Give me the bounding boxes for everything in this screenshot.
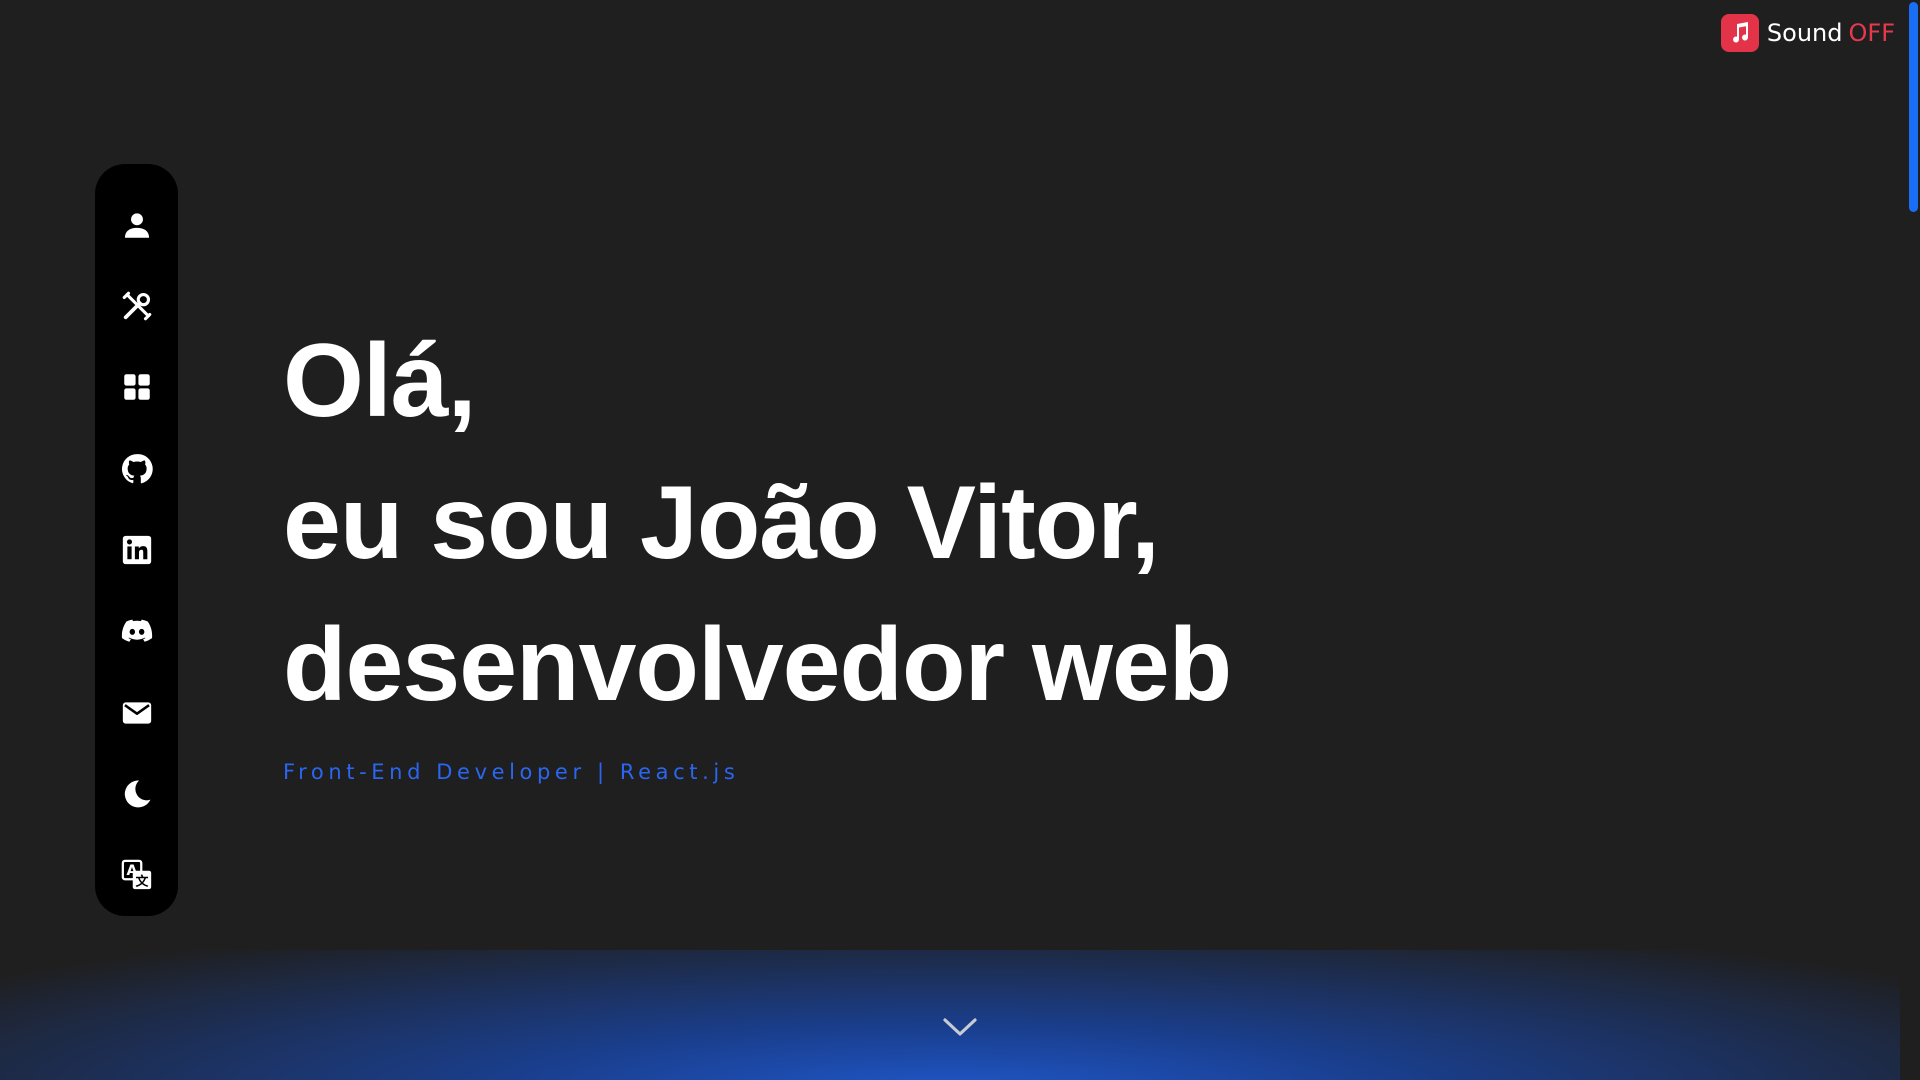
hero-name: eu sou João Vitor,: [283, 465, 1160, 581]
sidebar-item-skills[interactable]: [107, 265, 167, 346]
hero-role: desenvolvedor web: [283, 607, 1232, 723]
hero-heading: Olá, eu sou João Vitor, desenvolvedor we…: [283, 310, 1232, 736]
scrollbar-thumb[interactable]: [1909, 2, 1918, 212]
mail-icon: [122, 702, 151, 724]
linkedin-icon: [122, 535, 151, 565]
sidebar-item-about[interactable]: [107, 184, 167, 265]
sidebar-item-theme[interactable]: [107, 753, 167, 834]
discord-icon: [121, 619, 152, 643]
music-note-icon: [1720, 14, 1759, 52]
svg-text:文: 文: [135, 874, 148, 890]
grid-icon: [123, 374, 150, 401]
page: Sound OFF A 文 Olá, eu sou João Vitor, de…: [0, 0, 1920, 1080]
sidebar-item-projects[interactable]: [107, 347, 167, 428]
sound-label: Sound: [1766, 19, 1843, 47]
sidebar-item-email[interactable]: [107, 672, 167, 753]
sidebar-item-github[interactable]: [107, 428, 167, 509]
sidebar-item-language[interactable]: A 文: [107, 835, 167, 916]
sound-state: OFF: [1848, 19, 1896, 47]
sidebar-item-linkedin[interactable]: [107, 509, 167, 590]
sound-toggle[interactable]: Sound OFF: [1720, 14, 1896, 52]
scrollbar[interactable]: [1900, 0, 1920, 1080]
sidebar: A 文: [95, 164, 178, 916]
sidebar-item-discord[interactable]: [107, 591, 167, 672]
tools-icon: [122, 291, 151, 321]
hero-greeting: Olá,: [283, 323, 477, 439]
moon-icon: [124, 780, 150, 808]
scroll-down-button[interactable]: [940, 1012, 980, 1042]
chevron-down-icon: [943, 1018, 977, 1036]
translate-icon: A 文: [121, 859, 151, 890]
github-icon: [121, 453, 153, 483]
hero-subtitle: Front-End Developer | React.js: [283, 760, 740, 784]
user-icon: [124, 213, 149, 238]
hero: Olá, eu sou João Vitor, desenvolvedor we…: [283, 310, 1232, 784]
